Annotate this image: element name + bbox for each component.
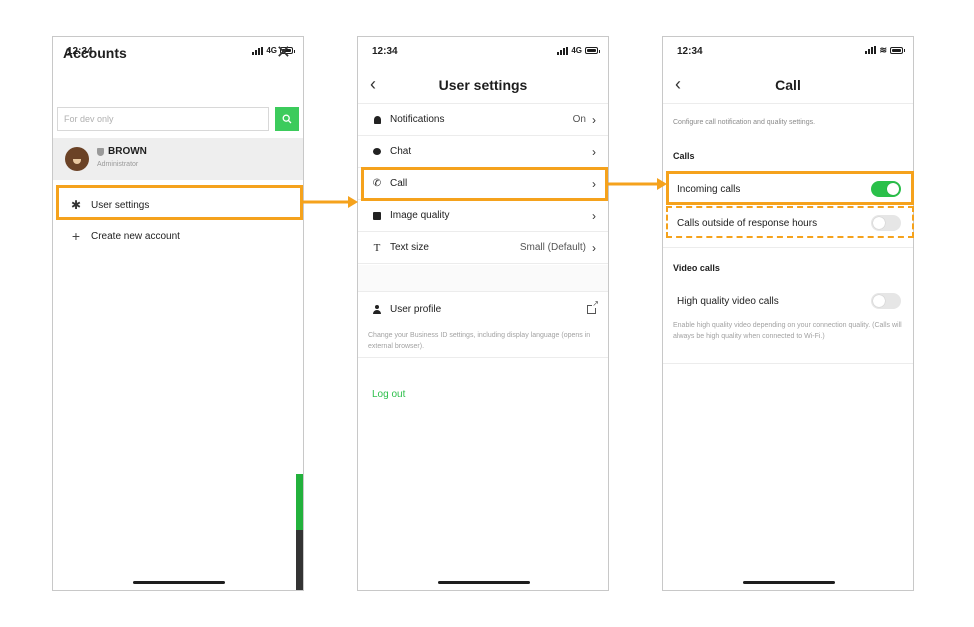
menu-create-account[interactable]: + Create new account: [53, 220, 303, 252]
logout-link[interactable]: Log out: [372, 389, 405, 400]
chevron-right-icon: ›: [592, 144, 596, 159]
row-label: Notifications: [390, 114, 445, 125]
call-settings-screen: 12:34 ≋ ‹ Call Configure call notificati…: [662, 36, 914, 591]
status-time: 12:34: [677, 46, 703, 57]
search-icon: [282, 114, 292, 124]
text-size-icon: T: [373, 241, 381, 254]
close-icon[interactable]: ✕: [276, 42, 291, 63]
account-role: Administrator: [97, 161, 139, 168]
search-row: [57, 107, 299, 131]
page-title: User settings: [438, 77, 528, 93]
accounts-screen: 12:34 4G Accounts ✕ BROWN Administrator …: [52, 36, 304, 591]
plus-icon: +: [71, 228, 81, 244]
row-label: Chat: [390, 146, 412, 157]
row-label: User profile: [390, 303, 442, 315]
page-title: Accounts: [63, 45, 127, 61]
account-name: BROWN: [108, 146, 147, 157]
bell-icon: [373, 115, 381, 124]
highlight-user-settings: [56, 185, 303, 220]
avatar: [65, 147, 89, 171]
section-calls: Calls: [673, 151, 695, 161]
row-value: Small (Default): [519, 242, 586, 253]
row-chat[interactable]: Chat ›: [358, 136, 608, 168]
back-icon[interactable]: ‹: [675, 74, 681, 95]
signal-icon: [252, 46, 264, 55]
person-icon: [373, 304, 381, 314]
highlight-incoming-calls: [666, 171, 914, 205]
highlight-outside-hours: [666, 206, 914, 238]
image-icon: [373, 211, 381, 220]
row-notifications[interactable]: Notifications On ›: [358, 104, 608, 136]
battery-icon: [890, 46, 905, 54]
chat-icon: [373, 148, 381, 155]
wifi-icon: ≋: [879, 45, 887, 55]
status-bar: 12:34 ≋: [663, 37, 913, 65]
call-description: Configure call notification and quality …: [673, 119, 816, 126]
row-label: High quality video calls: [677, 295, 779, 307]
row-label: Image quality: [390, 210, 450, 221]
back-icon[interactable]: ‹: [370, 74, 376, 95]
row-label: Text size: [390, 242, 429, 253]
status-time: 12:34: [372, 46, 398, 57]
signal-icon: [557, 46, 569, 55]
row-text-size[interactable]: T Text size Small (Default) ›: [358, 232, 608, 264]
menu-create-account-label: Create new account: [91, 230, 180, 242]
scrollbar-thumb[interactable]: [296, 474, 303, 530]
shield-icon: [97, 147, 104, 156]
chevron-right-icon: ›: [592, 112, 596, 127]
home-indicator: [133, 581, 225, 584]
user-settings-screen: 12:34 4G ‹ User settings Notifications O…: [357, 36, 609, 591]
row-image-quality[interactable]: Image quality ›: [358, 200, 608, 232]
hq-video-toggle[interactable]: [871, 293, 901, 309]
row-value: On: [572, 114, 586, 125]
arrow-icon: [607, 178, 667, 190]
scrollbar-track: [296, 530, 303, 590]
external-link-icon: [587, 299, 599, 314]
arrow-icon: [302, 196, 358, 208]
status-bar: 12:34 4G: [358, 37, 608, 65]
search-input[interactable]: [57, 107, 269, 131]
hq-video-note: Enable high quality video depending on y…: [673, 322, 902, 340]
row-user-profile[interactable]: User profile: [358, 293, 608, 325]
section-video-calls: Video calls: [673, 263, 720, 273]
chevron-right-icon: ›: [592, 208, 596, 223]
network-label: 4G: [571, 46, 582, 55]
signal-icon: [865, 46, 877, 54]
account-item[interactable]: BROWN Administrator: [53, 138, 303, 180]
home-indicator: [438, 581, 530, 584]
highlight-call-row: [361, 167, 608, 201]
row-hq-video: High quality video calls: [663, 285, 913, 317]
section-divider: [358, 265, 608, 292]
profile-note: Change your Business ID settings, includ…: [368, 332, 591, 350]
chevron-right-icon: ›: [592, 240, 596, 255]
home-indicator: [743, 581, 835, 584]
search-button[interactable]: [275, 107, 299, 131]
page-title: Call: [775, 77, 801, 93]
battery-icon: [585, 47, 600, 54]
